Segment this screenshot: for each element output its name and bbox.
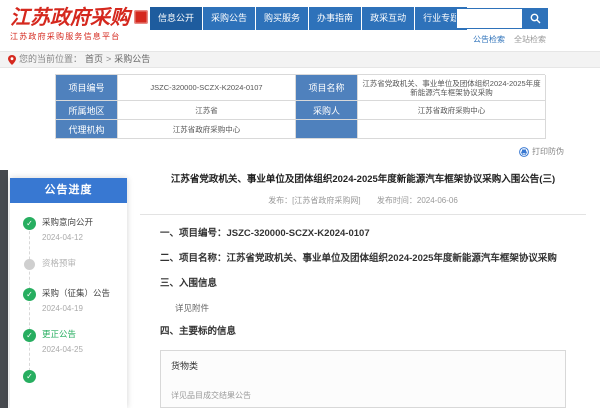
value-agency: 江苏省政府采购中心	[118, 120, 296, 139]
article-body: 一、项目编号：JSZC-320000-SCZX-K2024-0107 二、项目名…	[138, 215, 588, 408]
announcement-search-link[interactable]: 公告检索	[473, 34, 505, 45]
progress-timeline: 采购意向公开 2024-04-12 资格预审 采购（征集）公告 2024-04-…	[10, 203, 127, 384]
section-shortlist-info: 三、入围信息	[160, 277, 568, 291]
dot-icon	[24, 259, 35, 270]
breadcrumb-prefix: 您的当前位置：	[19, 52, 82, 67]
site-search-link[interactable]: 全站检索	[514, 34, 546, 45]
value-project-number: JSZC-320000-SCZX-K2024-0107	[118, 75, 296, 101]
value-empty	[358, 120, 546, 139]
timeline-item-next[interactable]	[10, 370, 123, 384]
article-publish-date: 发布时间：2024-06-06	[377, 196, 458, 205]
label-project-name: 项目名称	[296, 75, 358, 101]
location-pin-icon	[8, 55, 16, 65]
breadcrumb-separator: >	[106, 52, 111, 67]
search-scope-links: 公告检索 全站检索	[473, 34, 546, 45]
search-button[interactable]	[522, 8, 548, 29]
value-region: 江苏省	[118, 101, 296, 120]
site-logo: 江苏政府采购 江苏政府采购服务信息平台	[10, 5, 148, 42]
check-icon	[23, 329, 36, 342]
breadcrumb-home[interactable]: 首页	[85, 52, 103, 67]
label-region: 所属地区	[56, 101, 118, 120]
value-project-name: 江苏省党政机关、事业单位及团体组织2024-2025年度新能源汽车框架协议采购	[358, 75, 546, 101]
check-icon	[23, 288, 36, 301]
announcement-progress-panel: 公告进度 采购意向公开 2024-04-12 资格预审 采购（征集）公告 202…	[10, 178, 127, 408]
label-agency: 代理机构	[56, 120, 118, 139]
logo-text: 江苏政府采购	[10, 5, 130, 29]
page: 江苏政府采购 江苏政府采购服务信息平台 信息公开 采购公告 购买服务 办事指南 …	[0, 0, 600, 408]
timeline-item-intention[interactable]: 采购意向公开 2024-04-12	[10, 217, 123, 242]
logo-seal-icon	[134, 10, 148, 24]
nav-item-info-disclosure[interactable]: 信息公开	[150, 7, 202, 30]
section-project-name: 二、项目名称：江苏省党政机关、事业单位及团体组织2024-2025年度新能源汽车…	[160, 252, 568, 266]
project-info-table: 项目编号 JSZC-320000-SCZX-K2024-0107 项目名称 江苏…	[55, 74, 545, 139]
article-source: 发布：[江苏省政府采购网]	[268, 196, 360, 205]
nav-item-service-guide[interactable]: 办事指南	[309, 7, 361, 30]
check-icon	[23, 370, 36, 383]
printer-icon	[519, 147, 529, 157]
site-header: 江苏政府采购 江苏政府采购服务信息平台 信息公开 采购公告 购买服务 办事指南 …	[0, 0, 600, 51]
breadcrumb-current[interactable]: 采购公告	[114, 52, 150, 67]
article-meta: 发布：[江苏省政府采购网] 发布时间：2024-06-06	[138, 195, 588, 206]
check-icon	[23, 217, 36, 230]
label-purchaser: 采购人	[296, 101, 358, 120]
section-project-number: 一、项目编号：JSZC-320000-SCZX-K2024-0107	[160, 227, 568, 241]
breadcrumb: 您的当前位置： 首页 > 采购公告	[0, 51, 600, 68]
main-nav: 信息公开 采购公告 购买服务 办事指南 政采互动 行业专题	[150, 7, 468, 30]
shortlist-note: 详见附件	[175, 302, 568, 314]
timeline-item-prequalification: 资格预审	[10, 258, 123, 272]
article-title: 江苏省党政机关、事业单位及团体组织2024-2025年度新能源汽车框架协议采购入…	[144, 173, 582, 186]
logo-subtitle: 江苏政府采购服务信息平台	[10, 31, 148, 42]
print-antifake-button[interactable]: 打印防伪	[519, 146, 564, 157]
timeline-item-procurement-notice[interactable]: 采购（征集）公告 2024-04-19	[10, 288, 123, 313]
announcement-article: 江苏省党政机关、事业单位及团体组织2024-2025年度新能源汽车框架协议采购入…	[138, 166, 588, 408]
nav-item-procurement-announcements[interactable]: 采购公告	[203, 7, 255, 30]
nav-item-interaction[interactable]: 政采互动	[362, 7, 414, 30]
label-empty	[296, 120, 358, 139]
search-icon	[530, 13, 541, 24]
left-edge-bar	[0, 170, 8, 408]
value-purchaser: 江苏省政府采购中心	[358, 101, 546, 120]
nav-item-purchase-services[interactable]: 购买服务	[256, 7, 308, 30]
label-project-number: 项目编号	[56, 75, 118, 101]
progress-panel-title: 公告进度	[10, 178, 127, 203]
subject-note: 详见品目成交结果公告	[171, 390, 555, 401]
subject-category: 货物类	[171, 359, 555, 372]
search-input[interactable]	[456, 8, 522, 29]
subject-info-box: 货物类 详见品目成交结果公告	[160, 350, 566, 408]
section-subject-info: 四、主要标的信息	[160, 325, 568, 339]
timeline-item-correction-notice[interactable]: 更正公告 2024-04-25	[10, 329, 123, 354]
search-box	[456, 8, 548, 29]
print-antifake-label: 打印防伪	[532, 146, 564, 157]
